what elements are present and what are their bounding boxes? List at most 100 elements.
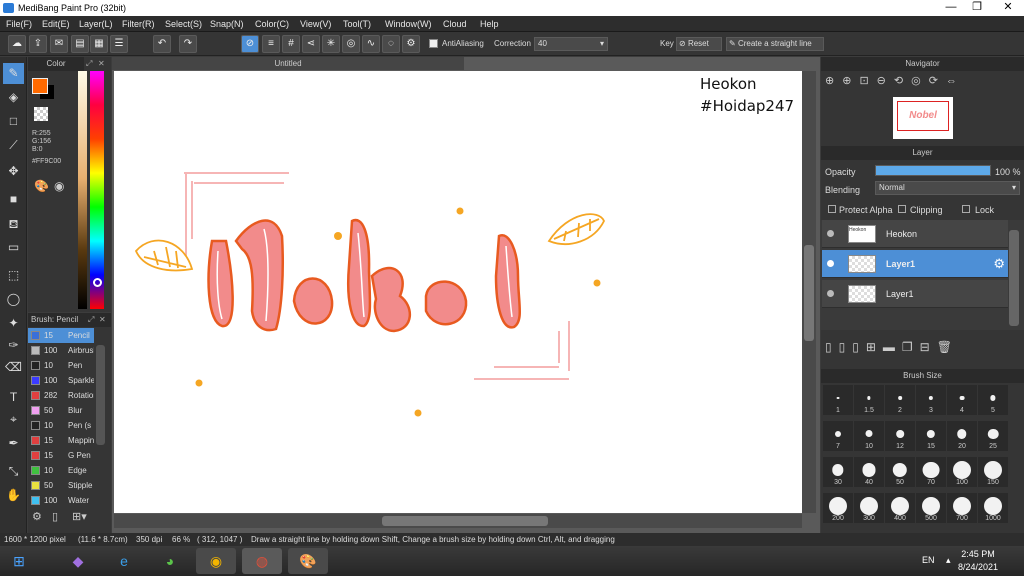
gradient-tool-icon[interactable]: ▭ <box>3 237 24 258</box>
language-indicator[interactable]: EN <box>922 555 935 565</box>
zoom-fit-icon[interactable]: ⊕ <box>825 75 842 87</box>
chrome-icon[interactable]: ◉ <box>196 548 236 574</box>
maximize-button[interactable]: ❐ <box>964 0 990 16</box>
brush-item[interactable]: 15 Pencil <box>28 328 94 343</box>
new-8bit-layer-icon[interactable]: ▯ <box>852 340 866 354</box>
add-brush-icon[interactable]: ⊞▾ <box>72 510 87 523</box>
document-tab[interactable]: Untitled <box>112 57 464 70</box>
cloud-icon[interactable]: ☁ <box>8 35 26 53</box>
coccoc-browser-icon[interactable]: ◕ <box>150 548 190 574</box>
vertical-scrollbar-thumb[interactable] <box>804 245 814 341</box>
rotate-left-icon[interactable]: ⟲ <box>894 75 911 87</box>
tray-arrow-icon[interactable]: ▴ <box>946 555 951 566</box>
brush-item[interactable]: 10 Pen (s <box>28 418 94 433</box>
snap-off-icon[interactable]: ⊘ <box>241 35 259 53</box>
brush-item[interactable]: 50 Stipple <box>28 478 94 493</box>
move-tool-icon[interactable]: ✥ <box>3 161 24 182</box>
visual-studio-icon[interactable]: ◆ <box>58 548 98 574</box>
transparent-color-swatch[interactable] <box>34 107 48 121</box>
new-layer-icon[interactable]: ▯ <box>825 340 839 354</box>
brush-list-scrollbar[interactable] <box>96 345 105 445</box>
visibility-icon[interactable] <box>827 290 834 297</box>
lock-checkbox[interactable] <box>962 205 970 213</box>
brush-item[interactable]: 15 G Pen <box>28 448 94 463</box>
delete-layer-icon[interactable]: 🗑 <box>937 340 959 354</box>
menu-help[interactable]: Help <box>480 19 499 29</box>
snap-curve-icon[interactable]: ∿ <box>362 35 380 53</box>
brush-tool-icon[interactable]: ✎ <box>3 63 24 84</box>
zoom-in-icon[interactable]: ⊕ <box>842 75 859 87</box>
brush-size-option[interactable]: 40 <box>854 457 884 487</box>
menu-layer[interactable]: Layer(L) <box>79 19 113 29</box>
canvas[interactable]: Heokon #Hoidap247 <box>114 71 802 513</box>
close-icon[interactable]: ✕ <box>99 315 106 324</box>
navigator-preview[interactable]: Nobel <box>893 97 953 139</box>
menu-window[interactable]: Window(W) <box>385 19 432 29</box>
text-tool-icon[interactable]: T <box>3 387 24 408</box>
brush-size-option[interactable]: 400 <box>885 493 915 523</box>
menu-select[interactable]: Select(S) <box>165 19 202 29</box>
brush-size-option[interactable]: 3 <box>916 385 946 415</box>
brush-settings-icon[interactable]: ⚙ <box>32 510 42 523</box>
lasso-tool-icon[interactable]: ◯ <box>3 289 24 310</box>
brush-size-option[interactable]: 200 <box>823 493 853 523</box>
new-brush-icon[interactable]: ▯ <box>52 510 58 523</box>
eyedropper-tool-icon[interactable]: ✒ <box>3 433 24 454</box>
opacity-slider[interactable] <box>875 165 991 176</box>
brush-size-option[interactable]: 20 <box>947 421 977 451</box>
rotate-reset-icon[interactable]: ◎ <box>911 75 929 87</box>
clipping-checkbox[interactable] <box>898 205 906 213</box>
redo-button[interactable]: ↷ <box>179 35 197 53</box>
brush-size-option[interactable]: 1.5 <box>854 385 884 415</box>
layer-row-layer1[interactable]: Layer1 <box>822 280 1008 308</box>
brush-size-option[interactable]: 10 <box>854 421 884 451</box>
medibang-icon[interactable]: ◍ <box>242 548 282 574</box>
brush-size-option[interactable]: 25 <box>978 421 1008 451</box>
upload-icon[interactable]: ⇪ <box>29 35 47 53</box>
layer-list-scrollbar[interactable] <box>1009 230 1019 326</box>
brush-size-option[interactable]: 500 <box>916 493 946 523</box>
menu-snap[interactable]: Snap(N) <box>210 19 244 29</box>
rotate-right-icon[interactable]: ⟳ <box>929 75 946 87</box>
bucket-tool-icon[interactable]: ⛾ <box>3 214 24 235</box>
brush-size-option[interactable]: 30 <box>823 457 853 487</box>
brush-item[interactable]: 50 Blur <box>28 403 94 418</box>
menu-view[interactable]: View(V) <box>300 19 331 29</box>
hue-bar[interactable] <box>90 71 104 309</box>
line-tool-icon[interactable]: ⟋ <box>3 135 24 156</box>
visibility-icon[interactable] <box>827 230 834 237</box>
antialiasing-checkbox[interactable] <box>429 39 438 48</box>
primary-color-swatch[interactable] <box>32 78 48 94</box>
actual-size-icon[interactable]: ⊡ <box>859 75 876 87</box>
saturation-bar[interactable] <box>78 71 87 309</box>
undo-button[interactable]: ↶ <box>153 35 171 53</box>
straight-line-button[interactable]: ✎ Create a straight line <box>726 37 824 51</box>
add-layer-menu-icon[interactable]: ⊞ <box>866 340 883 354</box>
expand-icon[interactable]: ⤢ <box>86 59 92 69</box>
clock[interactable]: 2:45 PM 8/24/2021 <box>958 548 998 574</box>
operation-tool-icon[interactable]: ⌖ <box>3 409 24 430</box>
brush-size-option[interactable]: 100 <box>947 457 977 487</box>
start-button[interactable]: ⊞ <box>2 548 36 574</box>
snap-parallel-icon[interactable]: ≡ <box>262 35 280 53</box>
brush-size-option[interactable]: 300 <box>854 493 884 523</box>
horizontal-scrollbar-thumb[interactable] <box>382 516 548 526</box>
new-halftone-layer-icon[interactable]: ▯ <box>839 340 853 354</box>
brush-item[interactable]: 100 Water <box>28 493 94 508</box>
snap-ellipse-icon[interactable]: ◌ <box>382 35 400 53</box>
minimize-button[interactable]: — <box>938 0 964 16</box>
select-rect-icon[interactable]: ⬚ <box>3 265 24 286</box>
brush-item[interactable]: 100 Sparkle <box>28 373 94 388</box>
magic-wand-icon[interactable]: ✦ <box>3 313 24 334</box>
select-pen-icon[interactable]: ✑ <box>3 335 24 356</box>
rectangle-tool-icon[interactable]: □ <box>3 111 24 132</box>
zoom-out-icon[interactable]: ⊖ <box>877 75 894 87</box>
comment-icon[interactable]: ▤ <box>71 35 89 53</box>
visibility-icon[interactable] <box>827 260 834 267</box>
duplicate-layer-icon[interactable]: ❐ <box>902 340 920 354</box>
brush-size-option[interactable]: 150 <box>978 457 1008 487</box>
close-icon[interactable]: ✕ <box>98 59 105 68</box>
palette-icon[interactable]: 🎨 <box>34 179 50 195</box>
snap-settings-icon[interactable]: ⚙ <box>402 35 420 53</box>
folder-icon[interactable]: ▬ <box>883 340 902 354</box>
